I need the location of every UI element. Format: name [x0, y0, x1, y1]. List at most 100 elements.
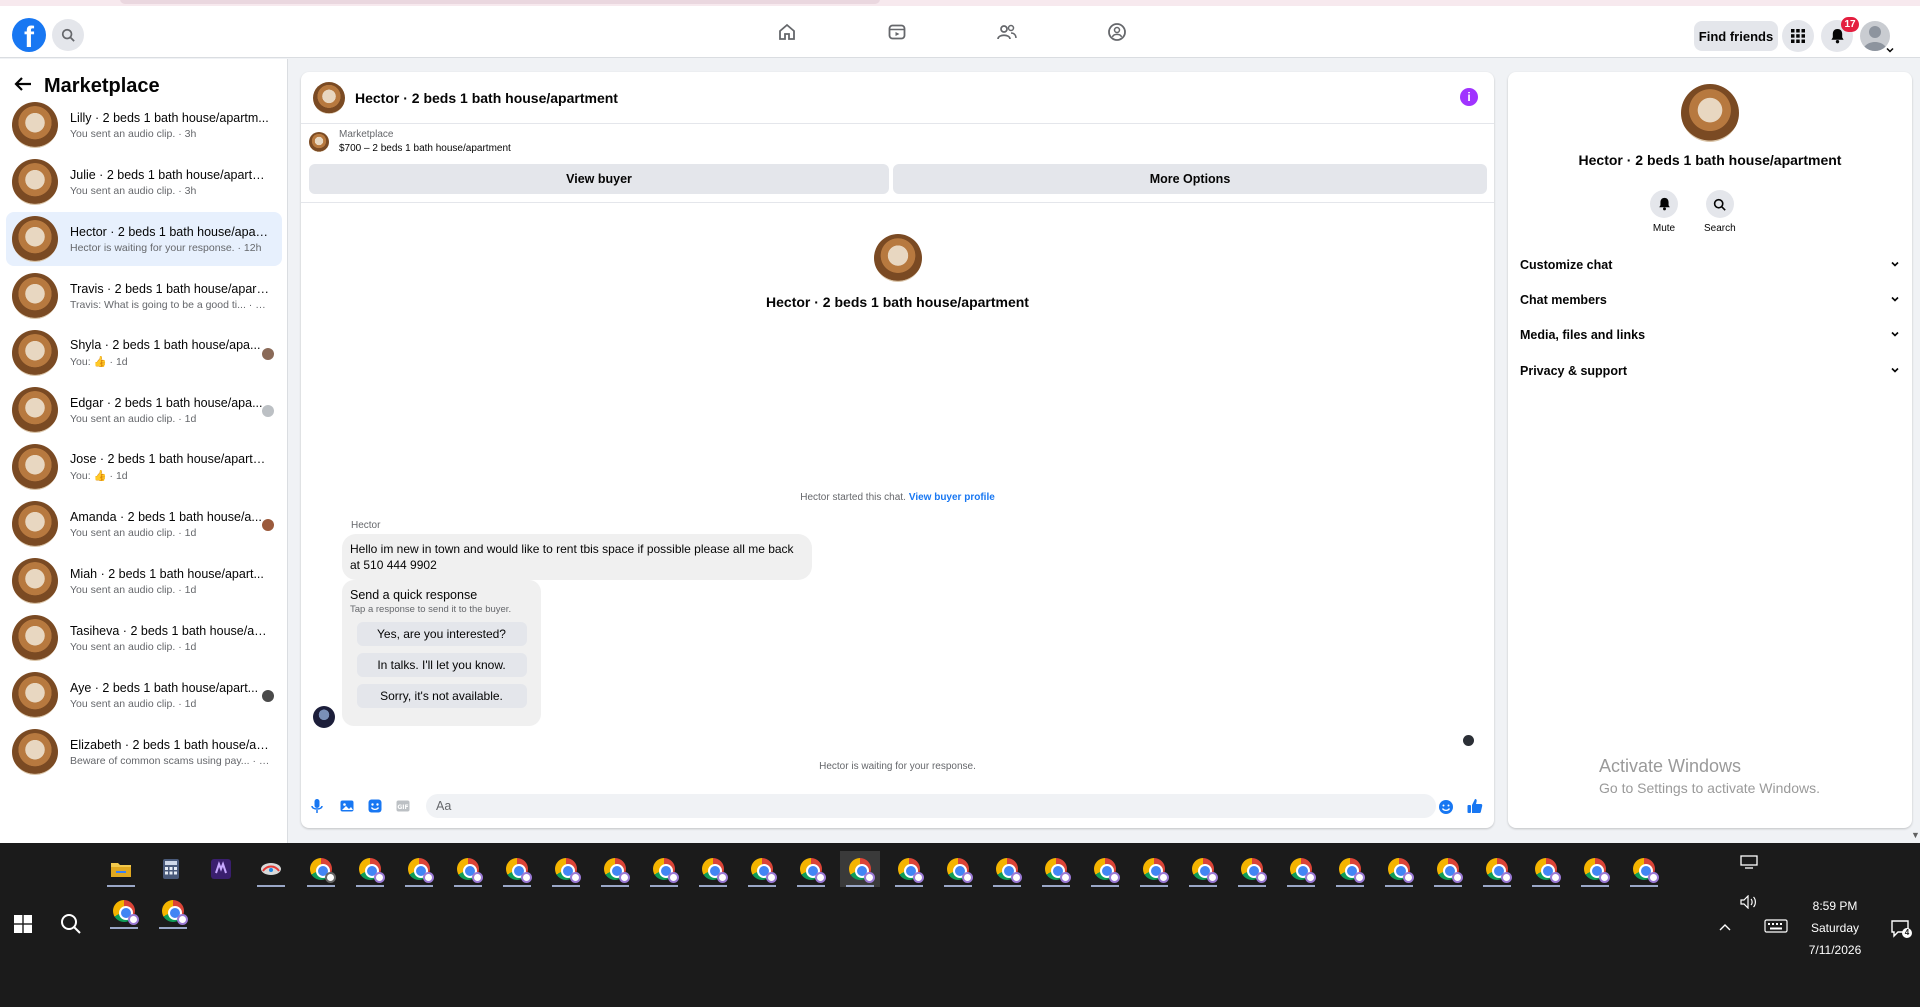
volume-icon[interactable]: [1740, 894, 1758, 912]
conversation-item[interactable]: Edgar · 2 beds 1 bath house/apa... You se…: [6, 383, 282, 437]
chrome-icon[interactable]: [1085, 851, 1125, 887]
seen-avatar-icon: [262, 348, 274, 360]
find-friends-button[interactable]: Find friends: [1694, 21, 1778, 51]
chat-title[interactable]: Hector · 2 beds 1 bath house/apartment: [355, 90, 618, 106]
chrome-icon[interactable]: [1134, 851, 1174, 887]
file-explorer-icon[interactable]: [101, 851, 141, 887]
search-action[interactable]: Search: [1704, 190, 1736, 234]
chrome-icon[interactable]: [448, 851, 488, 887]
conversation-item[interactable]: Tasiheva · 2 beds 1 bath house/apa... You…: [6, 611, 282, 665]
chat-members-section[interactable]: Chat members: [1520, 289, 1900, 311]
conversation-name: Amanda · 2 beds 1 bath house/a...: [70, 509, 262, 524]
chrome-icon[interactable]: [1575, 851, 1615, 887]
taskbar-clock[interactable]: 8:59 PM Saturday 7/11/2026: [1790, 895, 1880, 961]
chrome-icon-active[interactable]: [840, 851, 880, 887]
chrome-icon[interactable]: [350, 851, 390, 887]
photo-icon[interactable]: [339, 798, 355, 814]
scroll-down-arrow-icon[interactable]: ▼: [1911, 830, 1920, 840]
quick-response-not-available-button[interactable]: Sorry, it's not available.: [356, 684, 527, 708]
purple-app-icon[interactable]: [201, 851, 241, 887]
chrome-icon[interactable]: [889, 851, 929, 887]
conversation-item[interactable]: Amanda · 2 beds 1 bath house/a... You sen…: [6, 497, 282, 551]
chat-started-notice: Hector started this chat. View buyer prof…: [301, 492, 1494, 503]
chrome-icon[interactable]: [153, 893, 193, 929]
desktop-display-icon[interactable]: [1740, 855, 1758, 872]
chrome-icon[interactable]: [546, 851, 586, 887]
action-center-icon[interactable]: 4: [1890, 919, 1912, 939]
chrome-icon[interactable]: [1330, 851, 1370, 887]
taskbar-search-icon[interactable]: [60, 913, 82, 940]
chrome-icon[interactable]: [1281, 851, 1321, 887]
seen-avatar-icon: [262, 690, 274, 702]
conversation-item[interactable]: Miah · 2 beds 1 bath house/apart... You s…: [6, 554, 282, 608]
chat-listing-thumbnail[interactable]: [313, 81, 345, 114]
sender-avatar[interactable]: [313, 706, 335, 728]
emoji-icon[interactable]: [1438, 799, 1454, 815]
mute-bell-icon[interactable]: [1650, 190, 1678, 218]
quick-response-yes-button[interactable]: Yes, are you interested?: [356, 622, 527, 646]
chrome-icon[interactable]: [1232, 851, 1272, 887]
chrome-icon[interactable]: [1183, 851, 1223, 887]
listing-summary[interactable]: Marketplace $700 – 2 beds 1 bath house/a…: [309, 128, 511, 156]
account-chevron-down-icon[interactable]: [1885, 42, 1895, 53]
video-icon[interactable]: [867, 12, 927, 52]
conversation-item[interactable]: Lilly · 2 beds 1 bath house/apartm... You…: [6, 98, 282, 152]
view-buyer-button[interactable]: View buyer: [309, 164, 889, 194]
details-thumbnail[interactable]: [1681, 84, 1739, 142]
chrome-icon[interactable]: [644, 851, 684, 887]
back-arrow-icon[interactable]: [14, 76, 32, 97]
quick-response-card: Send a quick response Tap a response to …: [342, 580, 541, 726]
chrome-icon[interactable]: [1428, 851, 1468, 887]
info-icon[interactable]: i: [1460, 88, 1478, 106]
chrome-icon[interactable]: [595, 851, 635, 887]
privacy-support-section[interactable]: Privacy & support: [1520, 360, 1900, 382]
profile-thumbnail[interactable]: [873, 234, 922, 282]
groups-icon[interactable]: [1087, 12, 1147, 52]
chrome-icon[interactable]: [1624, 851, 1664, 887]
conversation-item[interactable]: Jose · 2 beds 1 bath house/apartm... You:…: [6, 440, 282, 494]
chrome-icon[interactable]: [399, 851, 439, 887]
home-icon[interactable]: [757, 12, 817, 52]
search-icon[interactable]: [52, 19, 84, 51]
conversation-item[interactable]: Shyla · 2 beds 1 bath house/apa... You: 👍…: [6, 326, 282, 380]
mute-action[interactable]: Mute: [1650, 190, 1678, 234]
chrome-icon[interactable]: [1036, 851, 1076, 887]
like-thumb-icon[interactable]: [1466, 797, 1484, 815]
conversation-item[interactable]: Julie · 2 beds 1 bath house/apartm... You…: [6, 155, 282, 209]
conversation-item-active[interactable]: Hector · 2 beds 1 bath house/apart... Hec…: [6, 212, 282, 266]
chrome-icon[interactable]: [104, 893, 144, 929]
show-hidden-icons-chevron-icon[interactable]: [1718, 919, 1732, 935]
sender-name: Hector: [351, 520, 381, 531]
calculator-icon[interactable]: [151, 851, 191, 887]
customize-chat-section[interactable]: Customize chat: [1520, 254, 1900, 276]
quick-response-in-talks-button[interactable]: In talks. I'll let you know.: [356, 653, 527, 677]
conversation-item[interactable]: Travis · 2 beds 1 bath house/apart... Tra…: [6, 269, 282, 323]
facebook-logo[interactable]: f: [12, 18, 46, 52]
address-bar-edge[interactable]: [120, 0, 880, 4]
remote-app-icon[interactable]: [251, 851, 291, 887]
chrome-icon[interactable]: [1477, 851, 1517, 887]
chrome-icon[interactable]: [301, 851, 341, 887]
chrome-icon[interactable]: [1526, 851, 1566, 887]
gif-icon[interactable]: GIF: [395, 798, 411, 814]
message-input[interactable]: Aa: [426, 794, 1436, 818]
friends-icon[interactable]: [977, 12, 1037, 52]
sticker-icon[interactable]: [367, 798, 383, 814]
conversation-item[interactable]: Aye · 2 beds 1 bath house/apart... You se…: [6, 668, 282, 722]
chrome-icon[interactable]: [987, 851, 1027, 887]
keyboard-icon[interactable]: [1764, 919, 1788, 936]
search-icon[interactable]: [1705, 190, 1734, 218]
microphone-icon[interactable]: [309, 798, 325, 814]
chrome-icon[interactable]: [742, 851, 782, 887]
conversation-item[interactable]: Elizabeth · 2 beds 1 bath house/ap... Bew…: [6, 725, 282, 779]
menu-grid-icon[interactable]: [1782, 20, 1814, 52]
chrome-icon[interactable]: [693, 851, 733, 887]
chrome-icon[interactable]: [497, 851, 537, 887]
media-files-links-section[interactable]: Media, files and links: [1520, 324, 1900, 346]
chrome-icon[interactable]: [791, 851, 831, 887]
more-options-button[interactable]: More Options: [893, 164, 1487, 194]
chrome-icon[interactable]: [1379, 851, 1419, 887]
windows-start-icon[interactable]: [14, 915, 32, 938]
view-buyer-profile-link[interactable]: View buyer profile: [909, 492, 995, 503]
chrome-icon[interactable]: [938, 851, 978, 887]
